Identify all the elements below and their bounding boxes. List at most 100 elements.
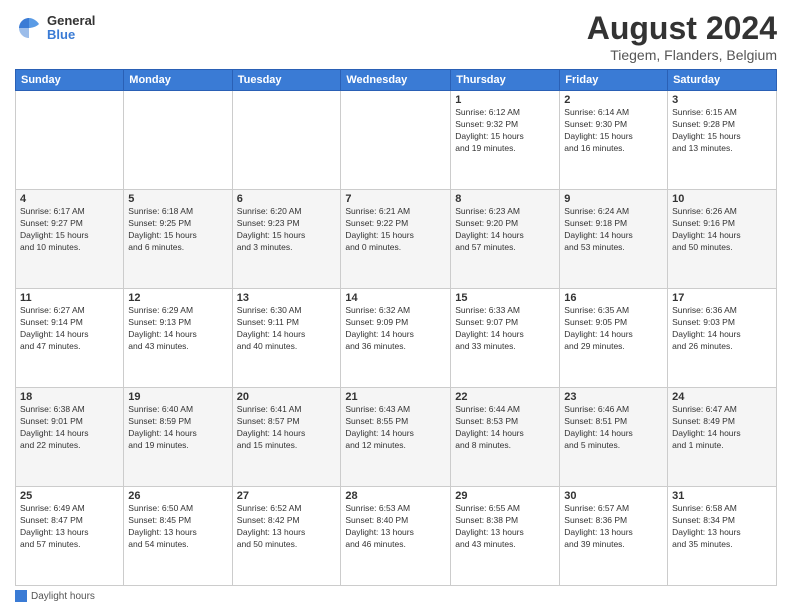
- calendar-cell: [232, 91, 341, 190]
- col-header-saturday: Saturday: [668, 70, 777, 91]
- day-info: Sunrise: 6:21 AM Sunset: 9:22 PM Dayligh…: [345, 206, 446, 254]
- day-number: 2: [564, 94, 663, 106]
- day-number: 7: [345, 193, 446, 205]
- calendar: SundayMondayTuesdayWednesdayThursdayFrid…: [15, 69, 777, 586]
- day-number: 18: [20, 391, 119, 403]
- calendar-cell: 9Sunrise: 6:24 AM Sunset: 9:18 PM Daylig…: [560, 190, 668, 289]
- calendar-cell: 27Sunrise: 6:52 AM Sunset: 8:42 PM Dayli…: [232, 487, 341, 586]
- calendar-cell: 2Sunrise: 6:14 AM Sunset: 9:30 PM Daylig…: [560, 91, 668, 190]
- day-number: 20: [237, 391, 337, 403]
- calendar-cell: 5Sunrise: 6:18 AM Sunset: 9:25 PM Daylig…: [124, 190, 232, 289]
- day-number: 12: [128, 292, 227, 304]
- day-number: 25: [20, 490, 119, 502]
- day-number: 26: [128, 490, 227, 502]
- calendar-cell: 21Sunrise: 6:43 AM Sunset: 8:55 PM Dayli…: [341, 388, 451, 487]
- calendar-cell: 29Sunrise: 6:55 AM Sunset: 8:38 PM Dayli…: [451, 487, 560, 586]
- week-row-4: 18Sunrise: 6:38 AM Sunset: 9:01 PM Dayli…: [16, 388, 777, 487]
- day-number: 10: [672, 193, 772, 205]
- day-number: 5: [128, 193, 227, 205]
- day-info: Sunrise: 6:53 AM Sunset: 8:40 PM Dayligh…: [345, 503, 446, 551]
- day-info: Sunrise: 6:41 AM Sunset: 8:57 PM Dayligh…: [237, 404, 337, 452]
- day-number: 29: [455, 490, 555, 502]
- day-number: 14: [345, 292, 446, 304]
- day-info: Sunrise: 6:30 AM Sunset: 9:11 PM Dayligh…: [237, 305, 337, 353]
- day-info: Sunrise: 6:29 AM Sunset: 9:13 PM Dayligh…: [128, 305, 227, 353]
- calendar-cell: 24Sunrise: 6:47 AM Sunset: 8:49 PM Dayli…: [668, 388, 777, 487]
- week-row-5: 25Sunrise: 6:49 AM Sunset: 8:47 PM Dayli…: [16, 487, 777, 586]
- day-info: Sunrise: 6:26 AM Sunset: 9:16 PM Dayligh…: [672, 206, 772, 254]
- week-row-3: 11Sunrise: 6:27 AM Sunset: 9:14 PM Dayli…: [16, 289, 777, 388]
- day-info: Sunrise: 6:40 AM Sunset: 8:59 PM Dayligh…: [128, 404, 227, 452]
- calendar-cell: 19Sunrise: 6:40 AM Sunset: 8:59 PM Dayli…: [124, 388, 232, 487]
- day-info: Sunrise: 6:47 AM Sunset: 8:49 PM Dayligh…: [672, 404, 772, 452]
- day-info: Sunrise: 6:44 AM Sunset: 8:53 PM Dayligh…: [455, 404, 555, 452]
- logo-text: General Blue: [47, 14, 95, 43]
- col-header-sunday: Sunday: [16, 70, 124, 91]
- calendar-cell: 22Sunrise: 6:44 AM Sunset: 8:53 PM Dayli…: [451, 388, 560, 487]
- calendar-cell: 1Sunrise: 6:12 AM Sunset: 9:32 PM Daylig…: [451, 91, 560, 190]
- legend-label: Daylight hours: [31, 591, 95, 602]
- header: General Blue August 2024 Tiegem, Flander…: [15, 10, 777, 63]
- calendar-cell: 26Sunrise: 6:50 AM Sunset: 8:45 PM Dayli…: [124, 487, 232, 586]
- day-number: 31: [672, 490, 772, 502]
- day-info: Sunrise: 6:38 AM Sunset: 9:01 PM Dayligh…: [20, 404, 119, 452]
- day-number: 30: [564, 490, 663, 502]
- col-header-thursday: Thursday: [451, 70, 560, 91]
- calendar-cell: 16Sunrise: 6:35 AM Sunset: 9:05 PM Dayli…: [560, 289, 668, 388]
- week-row-1: 1Sunrise: 6:12 AM Sunset: 9:32 PM Daylig…: [16, 91, 777, 190]
- footer: Daylight hours: [15, 590, 777, 602]
- day-number: 6: [237, 193, 337, 205]
- calendar-cell: 28Sunrise: 6:53 AM Sunset: 8:40 PM Dayli…: [341, 487, 451, 586]
- calendar-cell: 15Sunrise: 6:33 AM Sunset: 9:07 PM Dayli…: [451, 289, 560, 388]
- day-info: Sunrise: 6:18 AM Sunset: 9:25 PM Dayligh…: [128, 206, 227, 254]
- calendar-cell: [341, 91, 451, 190]
- logo: General Blue: [15, 14, 95, 43]
- day-info: Sunrise: 6:23 AM Sunset: 9:20 PM Dayligh…: [455, 206, 555, 254]
- col-header-tuesday: Tuesday: [232, 70, 341, 91]
- logo-general: General: [47, 14, 95, 28]
- month-title: August 2024: [587, 10, 777, 47]
- day-info: Sunrise: 6:35 AM Sunset: 9:05 PM Dayligh…: [564, 305, 663, 353]
- day-info: Sunrise: 6:55 AM Sunset: 8:38 PM Dayligh…: [455, 503, 555, 551]
- day-number: 15: [455, 292, 555, 304]
- day-info: Sunrise: 6:49 AM Sunset: 8:47 PM Dayligh…: [20, 503, 119, 551]
- day-info: Sunrise: 6:17 AM Sunset: 9:27 PM Dayligh…: [20, 206, 119, 254]
- calendar-cell: 3Sunrise: 6:15 AM Sunset: 9:28 PM Daylig…: [668, 91, 777, 190]
- calendar-cell: [124, 91, 232, 190]
- legend-item: Daylight hours: [15, 590, 95, 602]
- day-info: Sunrise: 6:24 AM Sunset: 9:18 PM Dayligh…: [564, 206, 663, 254]
- calendar-cell: 30Sunrise: 6:57 AM Sunset: 8:36 PM Dayli…: [560, 487, 668, 586]
- day-number: 24: [672, 391, 772, 403]
- calendar-cell: 18Sunrise: 6:38 AM Sunset: 9:01 PM Dayli…: [16, 388, 124, 487]
- calendar-cell: 31Sunrise: 6:58 AM Sunset: 8:34 PM Dayli…: [668, 487, 777, 586]
- calendar-cell: 7Sunrise: 6:21 AM Sunset: 9:22 PM Daylig…: [341, 190, 451, 289]
- calendar-cell: 14Sunrise: 6:32 AM Sunset: 9:09 PM Dayli…: [341, 289, 451, 388]
- day-info: Sunrise: 6:57 AM Sunset: 8:36 PM Dayligh…: [564, 503, 663, 551]
- calendar-cell: 13Sunrise: 6:30 AM Sunset: 9:11 PM Dayli…: [232, 289, 341, 388]
- day-number: 28: [345, 490, 446, 502]
- day-number: 8: [455, 193, 555, 205]
- day-info: Sunrise: 6:14 AM Sunset: 9:30 PM Dayligh…: [564, 107, 663, 155]
- calendar-cell: 20Sunrise: 6:41 AM Sunset: 8:57 PM Dayli…: [232, 388, 341, 487]
- legend-box: [15, 590, 27, 602]
- day-info: Sunrise: 6:15 AM Sunset: 9:28 PM Dayligh…: [672, 107, 772, 155]
- calendar-cell: 25Sunrise: 6:49 AM Sunset: 8:47 PM Dayli…: [16, 487, 124, 586]
- calendar-table: SundayMondayTuesdayWednesdayThursdayFrid…: [15, 69, 777, 586]
- day-number: 3: [672, 94, 772, 106]
- logo-blue: Blue: [47, 28, 95, 42]
- day-info: Sunrise: 6:36 AM Sunset: 9:03 PM Dayligh…: [672, 305, 772, 353]
- calendar-cell: 4Sunrise: 6:17 AM Sunset: 9:27 PM Daylig…: [16, 190, 124, 289]
- day-number: 23: [564, 391, 663, 403]
- day-number: 13: [237, 292, 337, 304]
- day-number: 16: [564, 292, 663, 304]
- week-row-2: 4Sunrise: 6:17 AM Sunset: 9:27 PM Daylig…: [16, 190, 777, 289]
- calendar-cell: 23Sunrise: 6:46 AM Sunset: 8:51 PM Dayli…: [560, 388, 668, 487]
- calendar-cell: 12Sunrise: 6:29 AM Sunset: 9:13 PM Dayli…: [124, 289, 232, 388]
- day-number: 9: [564, 193, 663, 205]
- col-header-friday: Friday: [560, 70, 668, 91]
- day-number: 11: [20, 292, 119, 304]
- day-number: 27: [237, 490, 337, 502]
- day-info: Sunrise: 6:33 AM Sunset: 9:07 PM Dayligh…: [455, 305, 555, 353]
- calendar-cell: 17Sunrise: 6:36 AM Sunset: 9:03 PM Dayli…: [668, 289, 777, 388]
- calendar-cell: 10Sunrise: 6:26 AM Sunset: 9:16 PM Dayli…: [668, 190, 777, 289]
